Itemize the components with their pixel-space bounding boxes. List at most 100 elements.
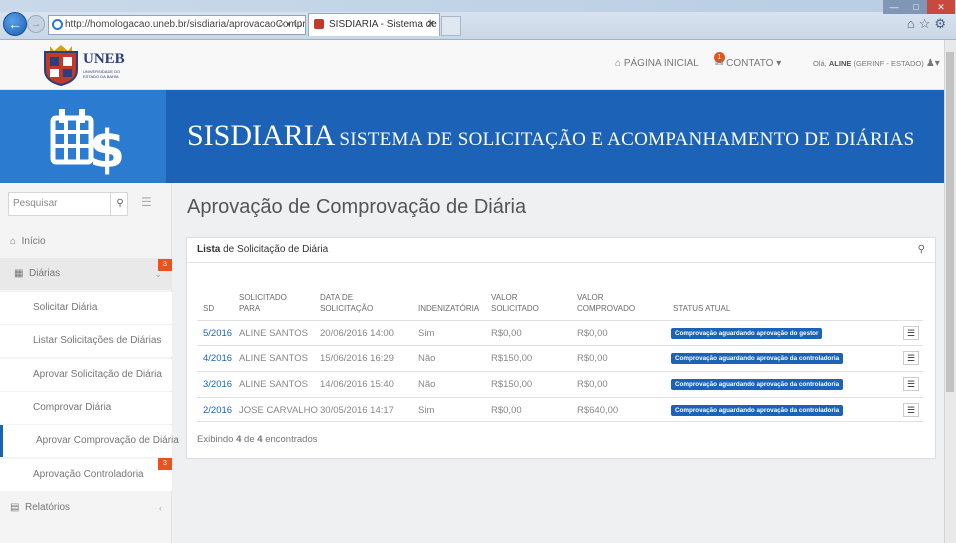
svg-text:$: $ [89, 120, 125, 180]
envelope-icon: ✉ [715, 58, 724, 69]
table-footer: Exibindo 4 de 4 encontrados [197, 434, 317, 445]
sidebar-item-label: Relatórios [25, 502, 71, 513]
footer-total: 4 [257, 434, 263, 445]
home-link[interactable]: ⌂ PÁGINA INICIAL [615, 40, 699, 90]
user-greeting: Olá, [813, 59, 827, 68]
row-menu-button[interactable]: ☰ [903, 351, 919, 365]
row-menu-button[interactable]: ☰ [903, 403, 919, 417]
table-row: 2/2016 JOSE CARVALHO 30/05/2016 14:17 Si… [197, 397, 923, 422]
app-header: UNEB UNIVERSIDADE DO ESTADO DA BAHIA ⌂ P… [0, 40, 944, 90]
menu-toggle-icon[interactable]: ☰ [141, 195, 152, 209]
search-icon[interactable]: ⚲ [110, 193, 129, 215]
sd-link[interactable]: 2/2016 [203, 398, 232, 423]
sidebar-item-label: Comprovar Diária [33, 402, 112, 413]
back-arrow-icon: ← [8, 16, 22, 32]
cell-para: ALINE SANTOS [239, 328, 308, 339]
cell-indenizatoria: Não [418, 353, 436, 364]
cell-valor-solicitado: R$150,00 [491, 353, 533, 364]
row-menu-button[interactable]: ☰ [903, 326, 919, 340]
user-icon: ♟▾ [925, 58, 940, 69]
sd-link[interactable]: 3/2016 [203, 372, 232, 397]
sidebar-item-label: Início [21, 236, 46, 247]
sidebar-item-comprovar[interactable]: Comprovar Diária [0, 392, 172, 424]
home-icon[interactable]: ⌂ [907, 16, 919, 31]
contact-label: CONTATO [726, 58, 774, 69]
sidebar-item-label: Listar Solicitações de Diárias [33, 335, 162, 346]
sidebar-item-relatorios[interactable]: ▤ Relatórios ‹ [0, 492, 172, 524]
address-bar[interactable]: http://homologacao.uneb.br/sisdiaria/apr… [48, 15, 306, 35]
column-header-valor-comprovado: VALOR COMPROVADO [577, 293, 636, 313]
window-maximize-button[interactable]: □ [905, 0, 927, 14]
window-minimize-button[interactable]: — [883, 0, 905, 14]
banner-icon-box: $ [0, 90, 166, 183]
forward-button[interactable]: → [27, 15, 45, 33]
status-badge: Comprovação aguardando aprovação do gest… [671, 328, 823, 339]
sidebar-item-label: Aprovar Comprovação de Diária [36, 435, 179, 446]
gear-icon[interactable]: ⚙ [934, 16, 950, 31]
tab-title: SISDIARIA - Sistema de Soli... [329, 19, 439, 30]
cell-para: JOSE CARVALHO [239, 405, 318, 416]
home-icon: ⌂ [615, 58, 622, 69]
search-icon[interactable]: ⚲ [918, 238, 925, 262]
user-name: ALINE [828, 59, 852, 68]
sidebar-item-controladoria[interactable]: Aprovação Controladoria [0, 459, 172, 491]
home-icon: ⌂ [10, 236, 17, 247]
panel-title-rest: de Solicitação de Diária [223, 244, 329, 255]
search-placeholder: Pesquisar [13, 198, 58, 209]
row-menu-button[interactable]: ☰ [903, 377, 919, 391]
cell-valor-solicitado: R$150,00 [491, 379, 533, 390]
banner-subtitle: SISTEMA DE SOLICITAÇÃO E ACOMPANHAMENTO … [339, 129, 915, 150]
chevron-left-icon: ‹ [159, 503, 162, 513]
cell-data: 14/06/2016 15:40 [320, 379, 394, 390]
new-tab-button[interactable] [441, 16, 461, 36]
banner-title-main: SISDIARIA [187, 119, 336, 152]
column-header-para: SOLICITADO PARA [239, 293, 287, 313]
column-header-sd: SD [203, 304, 215, 313]
sd-link[interactable]: 5/2016 [203, 321, 232, 346]
footer-shown: 4 [236, 434, 242, 445]
sidebar-item-inicio[interactable]: ⌂ Início [0, 226, 172, 258]
user-menu[interactable]: Olá, ALINE (GERINF - ESTADO) ♟▾ [813, 40, 940, 90]
column-header-status: STATUS ATUAL [673, 304, 731, 313]
window-close-button[interactable]: ✕ [927, 0, 955, 14]
status-badge: Comprovação aguardando aprovação da cont… [671, 405, 844, 416]
page-title: Aprovação de Comprovação de Diária [187, 196, 527, 218]
sidebar-item-listar[interactable]: Listar Solicitações de Diárias [0, 325, 172, 357]
refresh-icon[interactable]: ⌕ ▾ ↻ [278, 16, 302, 34]
contact-link[interactable]: ✉ CONTATO ▾ [715, 40, 781, 90]
cell-valor-solicitado: R$0,00 [491, 328, 522, 339]
back-button[interactable]: ← [3, 12, 27, 36]
sidebar-search-input[interactable]: Pesquisar ⚲ [8, 192, 128, 216]
cell-valor-comprovado: R$0,00 [577, 328, 608, 339]
column-header-indenizatoria: INDENIZATÓRIA [418, 304, 480, 313]
sidebar-badge: 3 [158, 259, 172, 271]
cell-indenizatoria: Sim [418, 405, 435, 416]
sidebar-item-label: Aprovação Controladoria [33, 469, 144, 480]
cell-valor-comprovado: R$0,00 [577, 353, 608, 364]
uneb-logo [44, 45, 78, 86]
column-header-valor-solicitado: VALOR SOLICITADO [491, 293, 539, 313]
cell-indenizatoria: Não [418, 379, 436, 390]
sidebar-item-aprovar-solicitacao[interactable]: Aprovar Solicitação de Diária [0, 359, 172, 391]
column-header-data: DATA DE SOLICITAÇÃO [320, 293, 374, 313]
cell-data: 20/06/2016 14:00 [320, 328, 394, 339]
browser-toolbar-icons[interactable]: ⌂☆⚙ [907, 16, 950, 32]
tab-close-icon[interactable]: ✕ [427, 14, 435, 35]
cell-valor-solicitado: R$0,00 [491, 405, 522, 416]
banner-title: SISDIARIA SISTEMA DE SOLICITAÇÃO E ACOMP… [187, 119, 914, 153]
cell-data: 30/05/2016 14:17 [320, 405, 394, 416]
sidebar-item-aprovar-comprovacao[interactable]: Aprovar Comprovação de Diária [0, 425, 179, 457]
file-icon: ▤ [10, 502, 20, 513]
calendar-icon: ▦ [14, 268, 24, 279]
sidebar-item-label: Aprovar Solicitação de Diária [33, 369, 162, 380]
footer-prefix: Exibindo [197, 434, 234, 445]
star-icon[interactable]: ☆ [919, 16, 935, 31]
sidebar-item-diarias[interactable]: ▦ Diárias ⌄ [0, 258, 172, 290]
scrollbar-thumb[interactable] [946, 52, 954, 392]
browser-tab-active[interactable]: SISDIARIA - Sistema de Soli... ✕ [308, 13, 440, 36]
cell-para: ALINE SANTOS [239, 379, 308, 390]
sd-link[interactable]: 4/2016 [203, 346, 232, 371]
sidebar-item-label: Solicitar Diária [33, 302, 98, 313]
banner: $ SISDIARIA SISTEMA DE SOLICITAÇÃO E ACO… [0, 90, 944, 183]
sidebar-item-solicitar[interactable]: Solicitar Diária [0, 292, 172, 324]
